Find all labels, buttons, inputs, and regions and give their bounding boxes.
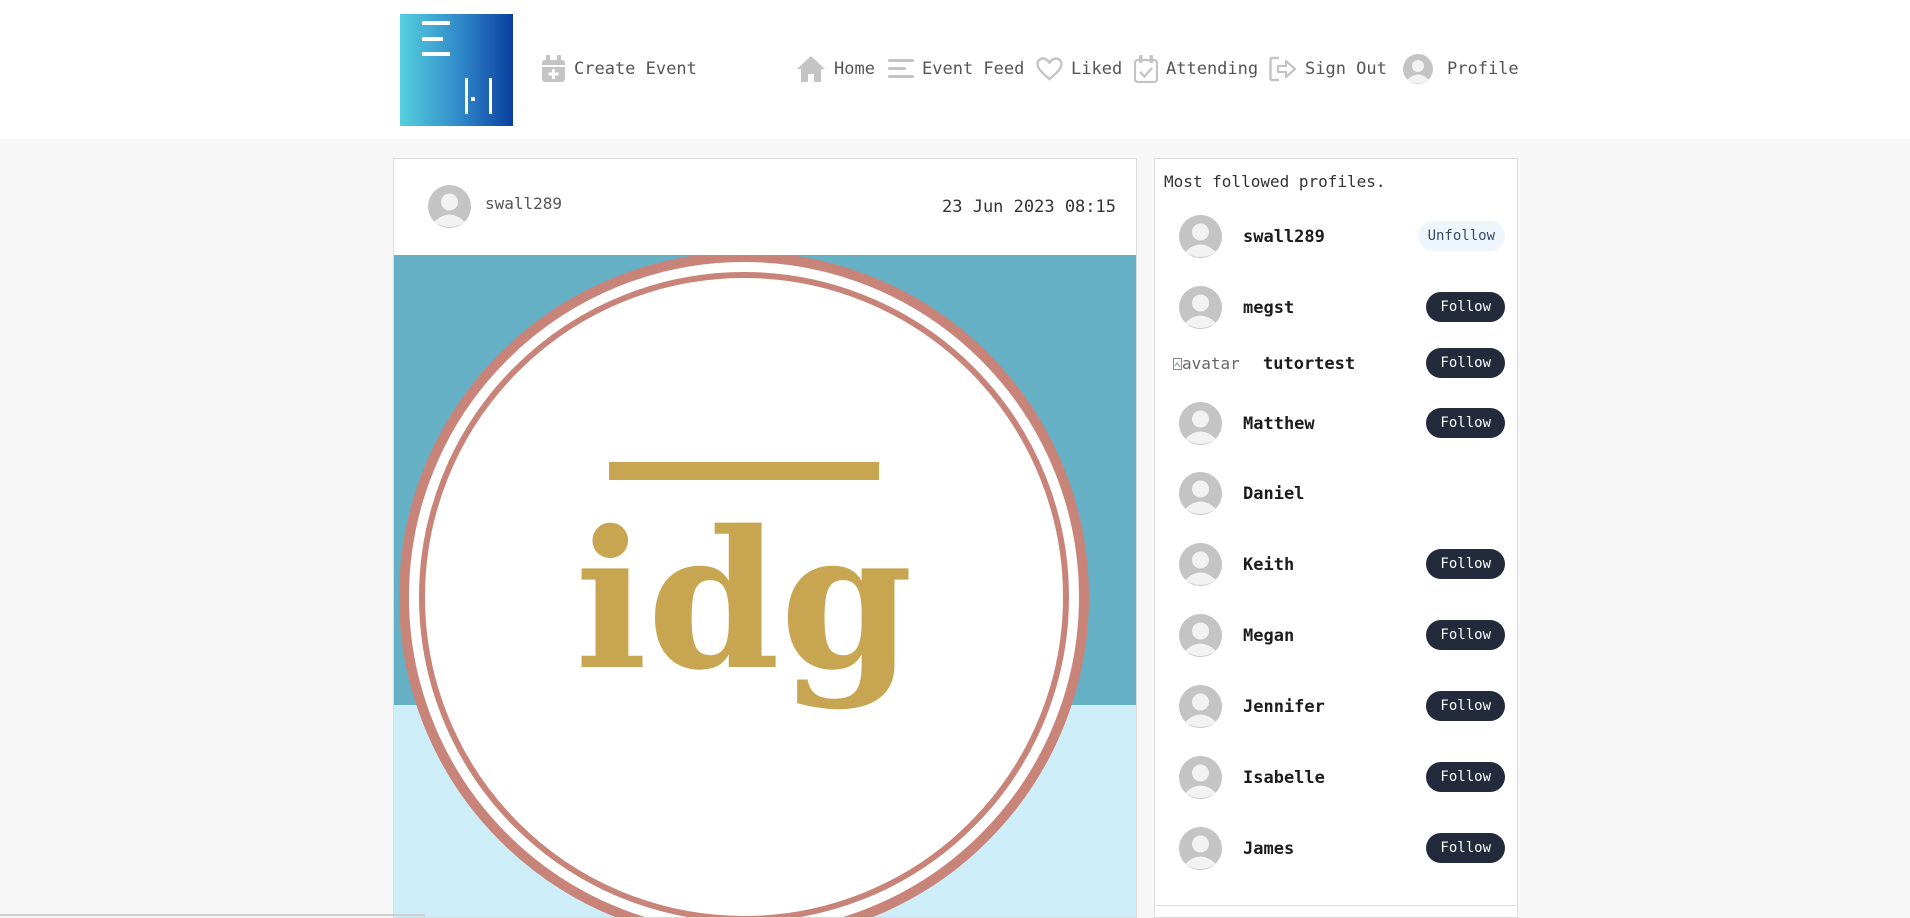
profile-row: James Follow xyxy=(1155,827,1517,871)
profile-row: avatar tutortest Follow xyxy=(1155,344,1517,388)
follow-button[interactable]: Follow xyxy=(1426,549,1505,579)
nav-event-feed[interactable]: Event Feed xyxy=(888,54,1024,84)
profile-row: Jennifer Follow xyxy=(1155,685,1517,729)
home-icon xyxy=(797,56,825,82)
sidebar-divider xyxy=(1155,905,1517,906)
feed-icon xyxy=(888,59,914,78)
follow-button[interactable]: Follow xyxy=(1426,691,1505,721)
follow-button[interactable]: Follow xyxy=(1426,762,1505,792)
nav-event-feed-label: Event Feed xyxy=(922,59,1025,79)
profile-row: megst Follow xyxy=(1155,286,1517,330)
profile-row: Matthew Follow xyxy=(1155,402,1517,446)
profile-name[interactable]: James xyxy=(1243,839,1294,859)
navbar: Create Event Home Event Feed Liked Atten… xyxy=(0,0,1910,139)
profile-avatar[interactable] xyxy=(1179,614,1222,657)
post-image[interactable]: idg xyxy=(394,255,1136,917)
sign-out-icon xyxy=(1269,56,1297,82)
nav-create-event-label: Create Event xyxy=(574,59,697,79)
idg-logo-image: idg xyxy=(399,255,1089,917)
logo[interactable] xyxy=(400,14,513,126)
profile-name[interactable]: Daniel xyxy=(1243,484,1304,504)
profile-row: Keith Follow xyxy=(1155,543,1517,587)
calendar-check-icon xyxy=(1134,55,1158,83)
nav-home-label: Home xyxy=(834,59,875,79)
broken-avatar-alt: avatar xyxy=(1182,354,1240,373)
post-author-avatar[interactable] xyxy=(428,185,471,228)
post-author-username[interactable]: swall289 xyxy=(485,194,562,213)
broken-image-icon xyxy=(1173,358,1182,370)
profile-avatar[interactable] xyxy=(1179,543,1222,586)
logo-mark xyxy=(422,21,450,25)
nav-liked[interactable]: Liked xyxy=(1036,54,1122,84)
nav-liked-label: Liked xyxy=(1071,59,1123,79)
profile-row: Daniel xyxy=(1155,472,1517,516)
profile-name[interactable]: megst xyxy=(1243,298,1294,318)
follow-button[interactable]: Follow xyxy=(1426,408,1505,438)
follow-button[interactable]: Follow xyxy=(1426,620,1505,650)
most-followed-sidebar: Most followed profiles. swall289 Unfollo… xyxy=(1154,158,1518,918)
nav-create-event[interactable]: Create Event xyxy=(541,54,697,84)
profile-avatar[interactable] xyxy=(1179,827,1222,870)
follow-button[interactable]: Follow xyxy=(1426,833,1505,863)
nav-attending-label: Attending xyxy=(1166,59,1259,79)
profile-name[interactable]: Jennifer xyxy=(1243,697,1325,717)
broken-avatar-image[interactable]: avatar xyxy=(1173,354,1240,373)
nav-profile[interactable]: Profile xyxy=(1403,54,1519,84)
nav-attending[interactable]: Attending xyxy=(1134,54,1258,84)
post-card: swall289 23 Jun 2023 08:15 idg xyxy=(393,158,1137,918)
profile-avatar[interactable] xyxy=(1179,472,1222,515)
profile-name[interactable]: Keith xyxy=(1243,555,1294,575)
profile-row: swall289 Unfollow xyxy=(1155,215,1517,259)
profile-avatar[interactable] xyxy=(1179,402,1222,445)
sidebar-title: Most followed profiles. xyxy=(1164,172,1386,191)
follow-button[interactable]: Follow xyxy=(1426,348,1505,378)
follow-button[interactable]: Follow xyxy=(1426,292,1505,322)
calendar-plus-icon xyxy=(542,55,565,82)
nav-sign-out[interactable]: Sign Out xyxy=(1269,54,1387,84)
profile-avatar[interactable] xyxy=(1179,685,1222,728)
profile-name[interactable]: tutortest xyxy=(1263,354,1355,374)
profile-name[interactable]: Matthew xyxy=(1243,414,1315,434)
profile-row: Isabelle Follow xyxy=(1155,756,1517,800)
profile-name[interactable]: swall289 xyxy=(1243,227,1325,247)
profile-row: Megan Follow xyxy=(1155,614,1517,658)
nav-profile-label: Profile xyxy=(1447,59,1519,79)
nav-sign-out-label: Sign Out xyxy=(1305,59,1387,79)
profile-name[interactable]: Megan xyxy=(1243,626,1294,646)
idg-logo-text: idg xyxy=(575,489,913,712)
profile-avatar[interactable] xyxy=(1179,756,1222,799)
profile-avatar[interactable] xyxy=(1179,215,1222,258)
post-date: 23 Jun 2023 08:15 xyxy=(942,197,1116,217)
heart-icon xyxy=(1036,57,1063,81)
profile-name[interactable]: Isabelle xyxy=(1243,768,1325,788)
unfollow-button[interactable]: Unfollow xyxy=(1417,221,1505,251)
user-avatar-icon xyxy=(1403,54,1433,84)
profile-avatar[interactable] xyxy=(1179,286,1222,329)
nav-home[interactable]: Home xyxy=(796,54,875,84)
